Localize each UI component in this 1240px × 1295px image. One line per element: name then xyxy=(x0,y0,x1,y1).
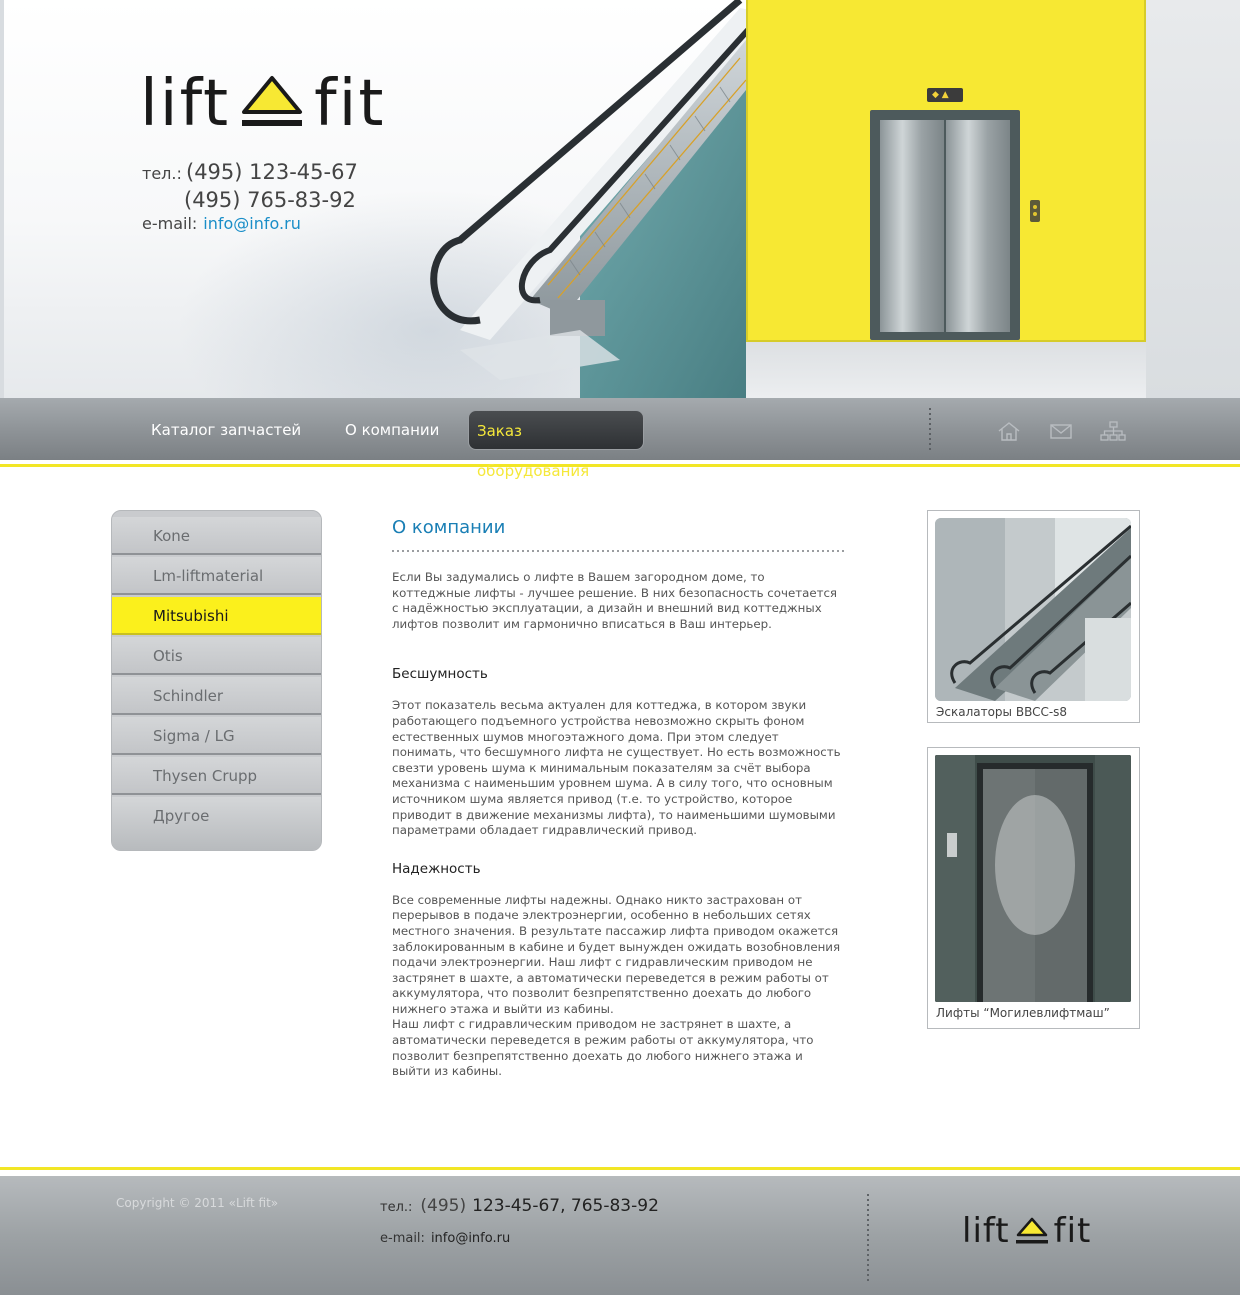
escalator-photo xyxy=(935,518,1131,701)
footer-tel-label: тел.: xyxy=(380,1200,413,1215)
elevator-door-right xyxy=(946,120,1010,332)
email-link[interactable]: info@info.ru xyxy=(203,214,301,233)
photo-caption-lifts: Лифты “Могилевлифтмаш” xyxy=(936,1006,1110,1020)
footer-tel-numbers: 123-45-67, 765-83-92 xyxy=(472,1196,659,1216)
sidebar-item-kone[interactable]: Kone xyxy=(112,517,321,555)
logo-word-left: lift xyxy=(140,67,231,141)
nav-accent-line xyxy=(0,464,1240,467)
header-contacts: тел.: (495) 123-45-67 (495) 765-83-92 e-… xyxy=(142,160,358,242)
logo-triangle-icon xyxy=(242,76,303,126)
sitemap-icon[interactable] xyxy=(1100,420,1126,442)
logo-word-right: fit xyxy=(314,67,386,141)
elevator-floor xyxy=(746,342,1146,398)
silence-paragraph: Этот показатель весьма актуален для котт… xyxy=(392,698,841,838)
footer-email: e-mail: info@info.ru xyxy=(380,1231,510,1246)
footer-email-label: e-mail: xyxy=(380,1231,425,1246)
sidebar-item-lm-liftmaterial[interactable]: Lm-liftmaterial xyxy=(112,557,321,595)
tel-label: тел.: xyxy=(142,164,182,183)
email-row: e-mail: info@info.ru xyxy=(142,214,358,242)
reliability-paragraph-2: Наш лифт с гидравлическим приводом не за… xyxy=(392,1017,814,1079)
escalator-illustration xyxy=(430,0,750,398)
header-banner: lift fit тел.: (495) 123-45-67 (495) 765… xyxy=(0,0,1240,398)
section-heading-reliability: Надежность xyxy=(392,860,481,877)
main-content: О компании Если Вы задумались о лифте в … xyxy=(392,512,844,1080)
sidebar-item-mitsubishi[interactable]: Mitsubishi xyxy=(112,597,321,635)
copyright: Copyright © 2011 «Lift fit» xyxy=(116,1196,279,1210)
footer-logo[interactable]: lift fit xyxy=(962,1212,1091,1248)
page-title: О компании xyxy=(392,517,506,538)
mail-icon[interactable] xyxy=(1048,420,1074,442)
nav-separator xyxy=(929,408,931,452)
footer-tel-code: (495) xyxy=(420,1196,467,1216)
elevator-doors xyxy=(870,110,1020,340)
intro-paragraph: Если Вы задумались о лифте в Вашем загор… xyxy=(392,570,838,631)
title-divider xyxy=(392,550,844,552)
nav-catalog[interactable]: Каталог запчастей xyxy=(143,410,309,450)
sidebar-item-thysen-crupp[interactable]: Thysen Crupp xyxy=(112,757,321,795)
brand-sidebar: Kone Lm-liftmaterial Mitsubishi Otis Sch… xyxy=(111,510,322,851)
nav-about[interactable]: О компании xyxy=(337,410,447,450)
sidebar-item-schindler[interactable]: Schindler xyxy=(112,677,321,715)
phone-1: (495) 123-45-67 xyxy=(186,160,358,184)
nav-order-equipment[interactable]: Заказ оборудования xyxy=(468,410,644,480)
photo-card-escalators[interactable]: Эскалаторы BBCC-s8 xyxy=(927,510,1140,723)
footer-separator xyxy=(867,1194,869,1284)
sidebar-item-other[interactable]: Другое xyxy=(112,797,321,850)
footer-phones: тел.: (495) 123-45-67, 765-83-92 xyxy=(380,1196,659,1216)
footer-accent-line xyxy=(0,1167,1240,1170)
footer-email-link[interactable]: info@info.ru xyxy=(431,1231,510,1246)
header-edge xyxy=(0,0,4,398)
email-label: e-mail: xyxy=(142,214,198,233)
wall-shadow xyxy=(1146,0,1240,398)
site-logo[interactable]: lift fit xyxy=(140,72,385,136)
sidebar-item-sigma-lg[interactable]: Sigma / LG xyxy=(112,717,321,755)
section-heading-silence: Бесшумность xyxy=(392,666,488,683)
elevator-call-button-icon xyxy=(1030,200,1040,222)
photo-card-lifts[interactable]: Лифты “Могилевлифтмаш” xyxy=(927,747,1140,1029)
phone-2: (495) 765-83-92 xyxy=(184,188,356,212)
photo-caption-escalators: Эскалаторы BBCC-s8 xyxy=(936,705,1068,719)
phone-row-2: (495) 765-83-92 xyxy=(142,188,358,216)
sidebar-item-otis[interactable]: Otis xyxy=(112,637,321,675)
footer-logo-word-right: fit xyxy=(1053,1211,1092,1251)
phone-row-1: тел.: (495) 123-45-67 xyxy=(142,160,358,188)
footer-logo-word-left: lift xyxy=(962,1211,1010,1251)
reliability-paragraph: Все современные лифты надежны. Однако ни… xyxy=(392,892,841,1016)
home-icon[interactable] xyxy=(996,420,1022,442)
footer-logo-triangle-icon xyxy=(1015,1217,1048,1244)
lift-photo xyxy=(935,755,1131,1002)
elevator-door-left xyxy=(880,120,944,332)
elevator-indicator-icon xyxy=(927,88,963,102)
